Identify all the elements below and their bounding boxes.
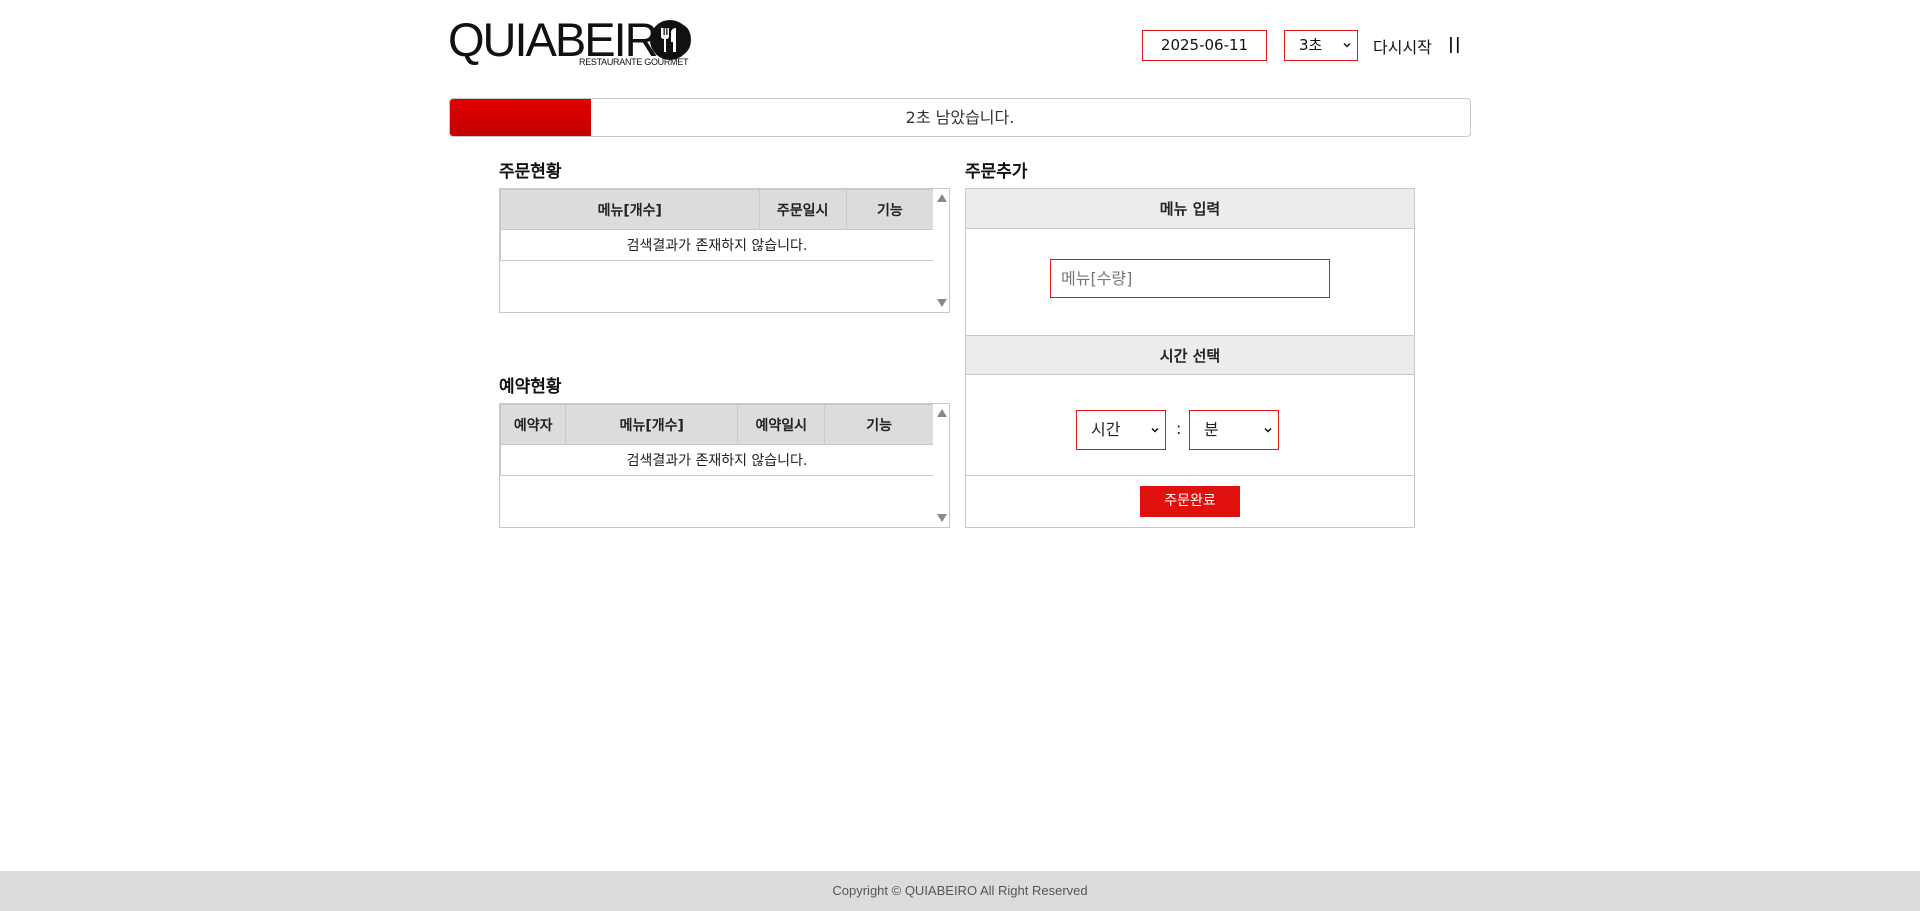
fork-knife-icon (650, 20, 690, 60)
chevron-down-icon (1151, 427, 1159, 433)
submit-order-button[interactable]: 주문완료 (1140, 486, 1240, 517)
menu-section-label: 메뉴 입력 (966, 189, 1414, 229)
orders-title: 주문현황 (499, 162, 562, 182)
pause-button[interactable]: || (1448, 34, 1462, 53)
menu-input[interactable]: 메뉴[수량] (1050, 259, 1330, 298)
column-header[interactable]: 메뉴[개수] (565, 404, 739, 445)
minute-select-value: 분 (1204, 420, 1219, 439)
interval-select-value: 3초 (1299, 36, 1323, 54)
orders-table-container: 메뉴[개수] 주문일시 기능 검색결과가 존재하지 않습니다. (499, 188, 950, 313)
reservations-table-container: 예약자 메뉴[개수] 예약일시 기능 검색결과가 존재하지 않습니다. (499, 403, 950, 528)
column-header[interactable]: 주문일시 (758, 189, 847, 230)
table-header-row: 메뉴[개수] 주문일시 기능 (500, 189, 935, 230)
logo[interactable]: QUIABEIRO RESTAURANTE GOURMET (448, 14, 693, 70)
table-row: 검색결과가 존재하지 않습니다. (500, 444, 934, 476)
scroll-up-icon[interactable] (937, 194, 947, 202)
column-header[interactable]: 기능 (845, 189, 935, 230)
interval-select[interactable]: 3초 (1284, 30, 1358, 61)
orders-scrollbar[interactable] (933, 189, 949, 312)
column-header[interactable]: 예약일시 (737, 404, 826, 445)
reservations-title: 예약현황 (499, 377, 562, 397)
date-input[interactable]: 2025-06-11 (1142, 30, 1267, 61)
scroll-up-icon[interactable] (937, 409, 947, 417)
scroll-down-icon[interactable] (937, 299, 947, 307)
orders-table: 메뉴[개수] 주문일시 기능 검색결과가 존재하지 않습니다. (500, 189, 935, 261)
reservations-scrollbar[interactable] (933, 404, 949, 527)
footer: Copyright © QUIABEIRO All Right Reserved (0, 871, 1920, 911)
table-row: 검색결과가 존재하지 않습니다. (500, 229, 934, 261)
empty-message: 검색결과가 존재하지 않습니다. (500, 229, 934, 261)
scroll-down-icon[interactable] (937, 514, 947, 522)
restart-button[interactable]: 다시시작 (1373, 34, 1432, 58)
divider (966, 475, 1414, 476)
column-header[interactable]: 예약자 (499, 404, 567, 445)
copyright-text: Copyright © QUIABEIRO All Right Reserved (832, 883, 1088, 898)
timer-progress-text: 2초 남았습니다. (905, 108, 1015, 127)
minute-select[interactable]: 분 (1189, 410, 1279, 450)
column-header[interactable]: 메뉴[개수] (500, 189, 760, 230)
add-order-title: 주문추가 (965, 162, 1028, 182)
column-header[interactable]: 기능 (824, 404, 934, 445)
empty-message: 검색결과가 존재하지 않습니다. (500, 444, 934, 476)
reservations-table: 예약자 메뉴[개수] 예약일시 기능 검색결과가 존재하지 않습니다. (499, 404, 934, 476)
add-order-form: 메뉴 입력 메뉴[수량] 시간 선택 시간 : 분 주문완료 (965, 188, 1415, 528)
time-section-label: 시간 선택 (966, 335, 1414, 375)
time-separator: : (1176, 419, 1182, 438)
chevron-down-icon (1264, 427, 1272, 433)
hour-select-value: 시간 (1091, 420, 1121, 439)
logo-subtitle: RESTAURANTE GOURMET (579, 57, 689, 67)
chevron-down-icon (1343, 42, 1351, 48)
table-header-row: 예약자 메뉴[개수] 예약일시 기능 (499, 404, 934, 445)
hour-select[interactable]: 시간 (1076, 410, 1166, 450)
timer-progress-bar: 2초 남았습니다. (449, 98, 1471, 137)
